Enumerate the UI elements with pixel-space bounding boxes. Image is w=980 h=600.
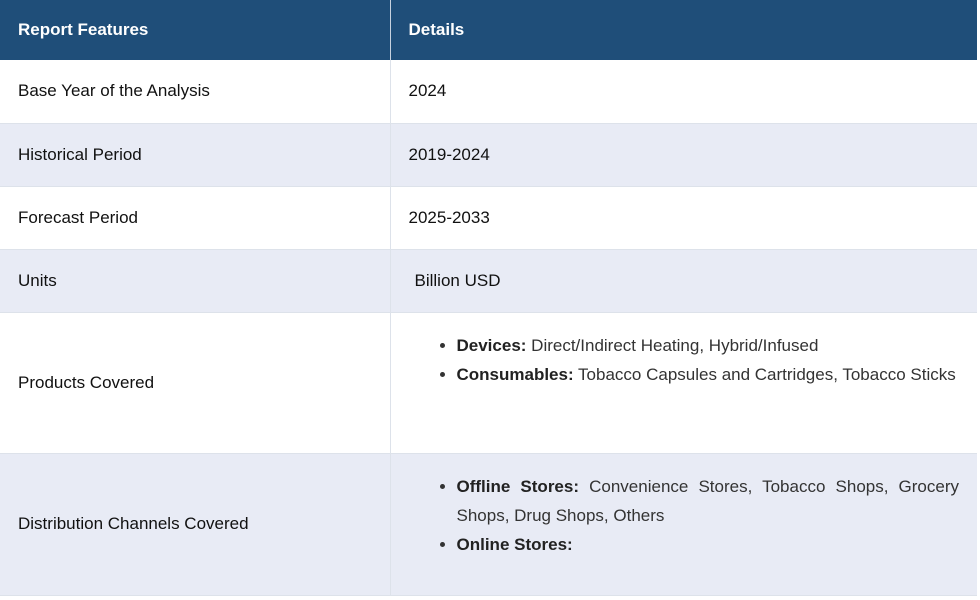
table-row: Units Billion USD	[0, 249, 977, 313]
detail-cell: 2024	[390, 60, 977, 124]
list-item: Offline Stores: Convenience Stores, Toba…	[457, 472, 960, 530]
table-header-row: Report Features Details	[0, 0, 977, 60]
detail-cell: Offline Stores: Convenience Stores, Toba…	[390, 453, 977, 596]
list-item-label: Offline Stores:	[456, 476, 580, 496]
feature-cell: Base Year of the Analysis	[0, 60, 391, 124]
feature-cell: Units	[0, 249, 391, 313]
detail-cell: 2019-2024	[390, 123, 977, 187]
list-item-label: Consumables:	[456, 364, 574, 384]
list-item-text: Direct/Indirect Heating, Hybrid/Infused	[526, 335, 819, 355]
list-item-label: Devices:	[456, 335, 527, 355]
table-row: Distribution Channels Covered Offline St…	[0, 453, 977, 596]
list-item-text: Tobacco Capsules and Cartridges, Tobacco…	[573, 364, 956, 384]
list-item: Consumables: Tobacco Capsules and Cartri…	[457, 360, 960, 389]
products-list: Devices: Direct/Indirect Heating, Hybrid…	[409, 331, 960, 389]
feature-cell: Forecast Period	[0, 186, 391, 250]
feature-cell: Products Covered	[0, 312, 391, 454]
table-row: Forecast Period 2025-2033	[0, 186, 977, 250]
list-item: Online Stores:	[457, 530, 960, 559]
table-row: Products Covered Devices: Direct/Indirec…	[0, 312, 977, 454]
detail-cell: 2025-2033	[390, 186, 977, 250]
list-item-label: Online Stores:	[456, 534, 573, 554]
table-row: Base Year of the Analysis 2024	[0, 60, 977, 124]
header-details: Details	[390, 0, 977, 60]
header-report-features: Report Features	[0, 0, 391, 60]
table-row: Historical Period 2019-2024	[0, 123, 977, 187]
feature-cell: Distribution Channels Covered	[0, 453, 391, 596]
report-features-table: Report Features Details Base Year of the…	[0, 0, 977, 596]
feature-cell: Historical Period	[0, 123, 391, 187]
list-item: Devices: Direct/Indirect Heating, Hybrid…	[457, 331, 960, 360]
distribution-list: Offline Stores: Convenience Stores, Toba…	[409, 472, 960, 559]
detail-cell: Billion USD	[390, 249, 977, 313]
detail-cell: Devices: Direct/Indirect Heating, Hybrid…	[390, 312, 977, 454]
